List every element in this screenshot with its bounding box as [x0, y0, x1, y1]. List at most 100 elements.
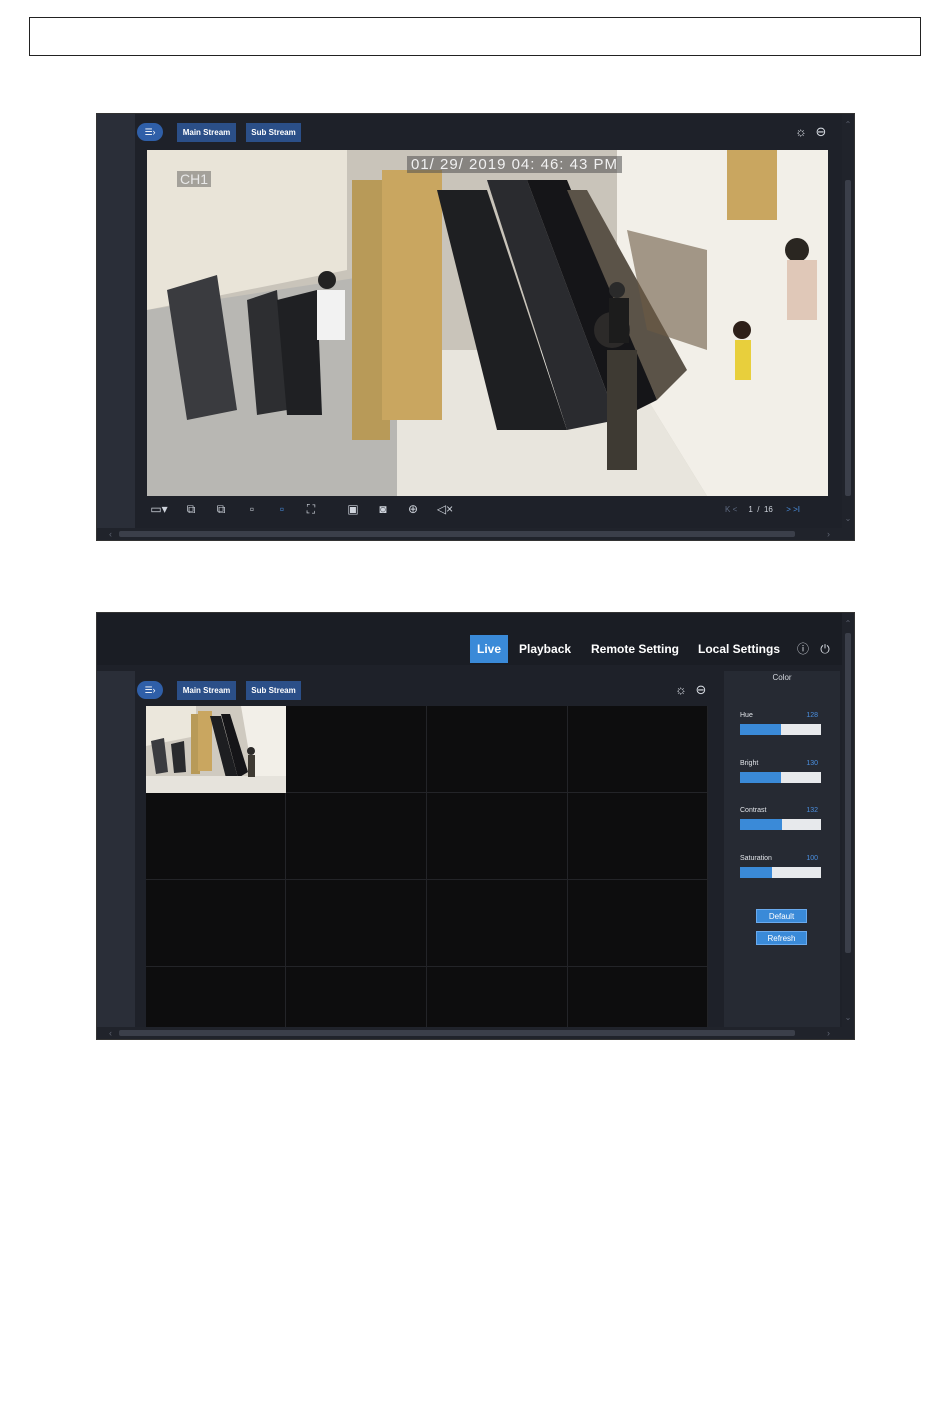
saturation-slider-fill — [740, 867, 773, 878]
channel-list-toggle[interactable]: ☰› — [137, 681, 163, 699]
saturation-slider[interactable] — [740, 867, 821, 878]
scroll-up-icon[interactable]: ⌃ — [842, 120, 854, 130]
hue-slider[interactable] — [740, 724, 821, 735]
color-settings-panel: Color Hue 128 Bright 130 Contrast 132 Sa… — [724, 671, 840, 1029]
scroll-right-icon[interactable]: › — [827, 1027, 830, 1039]
channel-list-toggle[interactable]: ☰› — [137, 123, 163, 141]
scroll-right-icon[interactable]: › — [827, 528, 830, 540]
hue-value: 128 — [806, 712, 818, 719]
layout-select-icon[interactable]: ▭▾ — [147, 502, 171, 516]
live-toolbar: ☰› Main Stream Sub Stream ☼ ⊖ — [137, 123, 837, 145]
grid-cell-ch8[interactable] — [568, 793, 708, 880]
grid-cell-ch2[interactable] — [286, 706, 427, 793]
vertical-scroll-thumb[interactable] — [845, 633, 851, 953]
scroll-down-icon[interactable]: ⌄ — [842, 514, 854, 524]
color-panel-title: Color — [772, 673, 792, 682]
scroll-left-icon[interactable]: ‹ — [109, 1027, 112, 1039]
list-icon: ☰› — [144, 127, 156, 137]
nav-live[interactable]: Live — [470, 635, 509, 663]
zoom-icon[interactable]: ⊕ — [405, 502, 421, 516]
grid-cell-ch7[interactable] — [427, 793, 568, 880]
sequence-icon[interactable]: ⧉ — [183, 502, 199, 516]
nav-playback[interactable]: Playback — [519, 635, 571, 663]
ptz-dome-icon[interactable]: ⊖ — [693, 683, 709, 697]
grid-cell-ch12[interactable] — [568, 880, 708, 967]
bright-label: Bright — [740, 760, 759, 767]
snapshot-icon[interactable]: ◙ — [375, 502, 391, 516]
saturation-label: Saturation — [740, 855, 772, 862]
live-toolbar: ☰› Main Stream Sub Stream ☼ ⊖ — [137, 681, 717, 703]
bright-slider-fill — [740, 772, 782, 783]
grid-cell-ch13[interactable] — [146, 967, 286, 1029]
live-view-single-channel: ☰› Main Stream Sub Stream ☼ ⊖ 01/ 29/ 20… — [96, 113, 855, 541]
left-rail — [97, 671, 135, 1027]
bright-value: 130 — [806, 760, 818, 767]
horizontal-scroll-thumb[interactable] — [119, 531, 795, 537]
page-header-box — [29, 17, 921, 56]
mall-scene-image — [147, 150, 828, 496]
vertical-scroll-thumb[interactable] — [845, 180, 851, 496]
contrast-label: Contrast — [740, 807, 767, 814]
record-icon[interactable]: ▣ — [345, 502, 361, 516]
prev-page-button[interactable]: < — [733, 505, 738, 514]
grid-cell-ch1[interactable] — [146, 706, 286, 793]
first-page-button[interactable]: K — [725, 505, 730, 514]
horizontal-scrollbar[interactable]: ‹ › — [97, 1027, 854, 1039]
sub-stream-button[interactable]: Sub Stream — [246, 681, 301, 700]
power-icon[interactable]: ⏻ — [818, 642, 832, 656]
mute-icon[interactable]: ◁× — [435, 502, 455, 516]
grid-cell-ch11[interactable] — [427, 880, 568, 967]
grid-cell-ch15[interactable] — [427, 967, 568, 1029]
sub-stream-button[interactable]: Sub Stream — [246, 123, 301, 142]
grid-cell-ch9[interactable] — [146, 880, 286, 967]
left-rail — [97, 114, 135, 528]
contrast-slider[interactable] — [740, 819, 821, 830]
hue-label: Hue — [740, 712, 753, 719]
grid-cell-ch4[interactable] — [568, 706, 708, 793]
live-bottom-toolbar: ▭▾ ⧉ ⧉ ▫ ▫ ⛶ ▣ ◙ ⊕ ◁× K < 1 / 16 > >I — [147, 500, 837, 520]
vertical-scrollbar[interactable]: ⌃ ⌄ — [842, 613, 854, 1027]
main-stream-button[interactable]: Main Stream — [177, 681, 236, 700]
nav-local-settings[interactable]: Local Settings — [698, 635, 780, 663]
scroll-down-icon[interactable]: ⌄ — [842, 1013, 854, 1023]
bright-slider[interactable] — [740, 772, 821, 783]
channel-grid — [146, 706, 708, 1029]
horizontal-scroll-thumb[interactable] — [119, 1030, 795, 1036]
grid-cell-ch3[interactable] — [427, 706, 568, 793]
brightness-icon[interactable]: ☼ — [793, 125, 809, 139]
refresh-button[interactable]: Refresh — [756, 931, 807, 945]
grid-cell-ch14[interactable] — [286, 967, 427, 1029]
window-icon[interactable]: ▫ — [244, 502, 260, 516]
next-page-button[interactable]: > — [786, 505, 791, 514]
last-page-button[interactable]: >I — [793, 505, 800, 514]
fullscreen-icon[interactable]: ⛶ — [303, 502, 319, 516]
grid-cell-ch10[interactable] — [286, 880, 427, 967]
top-nav-bar: Live Playback Remote Setting Local Setti… — [97, 613, 842, 665]
channel-pager: K < 1 / 16 > >I — [725, 505, 800, 514]
grid-cell-ch16[interactable] — [568, 967, 708, 1029]
contrast-value: 132 — [806, 807, 818, 814]
contrast-slider-fill — [740, 819, 783, 830]
nav-remote-setting[interactable]: Remote Setting — [591, 635, 679, 663]
video-feed[interactable]: 01/ 29/ 2019 04: 46: 43 PM CH1 — [147, 150, 828, 496]
list-icon: ☰› — [144, 685, 156, 695]
brightness-icon[interactable]: ☼ — [673, 683, 689, 697]
total-pages: 16 — [763, 505, 773, 514]
horizontal-scrollbar[interactable]: ‹ › — [97, 528, 854, 540]
default-button[interactable]: Default — [756, 909, 807, 923]
ch1-thumbnail-image — [146, 706, 286, 793]
split-icon[interactable]: ⧉ — [213, 502, 229, 516]
current-page: 1 — [748, 505, 753, 514]
scroll-up-icon[interactable]: ⌃ — [842, 619, 854, 629]
hue-slider-fill — [740, 724, 781, 735]
main-stream-button[interactable]: Main Stream — [177, 123, 236, 142]
live-view-multi-channel: Live Playback Remote Setting Local Setti… — [96, 612, 855, 1040]
info-icon[interactable]: ⓘ — [796, 642, 810, 656]
window-active-icon[interactable]: ▫ — [274, 502, 290, 516]
ptz-dome-icon[interactable]: ⊖ — [813, 125, 829, 139]
saturation-value: 100 — [806, 855, 818, 862]
grid-cell-ch6[interactable] — [286, 793, 427, 880]
grid-cell-ch5[interactable] — [146, 793, 286, 880]
scroll-left-icon[interactable]: ‹ — [109, 528, 112, 540]
vertical-scrollbar[interactable]: ⌃ ⌄ — [842, 114, 854, 528]
